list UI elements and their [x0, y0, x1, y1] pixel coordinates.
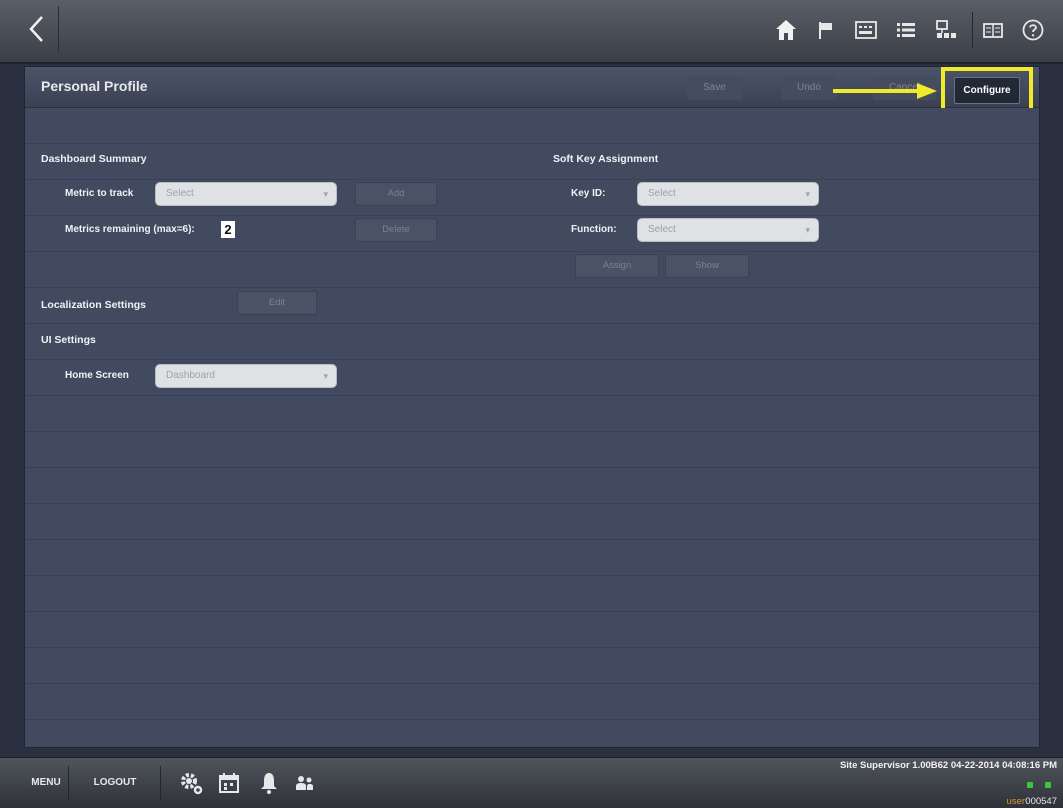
localization-settings-label: Localization Settings — [41, 299, 147, 311]
chevron-down-icon: ▾ — [805, 189, 810, 199]
configure-highlight: Configure — [941, 67, 1033, 113]
key-id-label: Key ID: — [571, 188, 606, 199]
help-icon — [1022, 19, 1044, 41]
metric-select-value: Select — [166, 188, 194, 199]
function-select[interactable]: Select ▾ — [637, 218, 819, 242]
panel-header: Personal Profile Save Undo Cancel Config… — [25, 67, 1039, 113]
function-select-value: Select — [648, 224, 676, 235]
status-indicator — [1027, 782, 1033, 788]
key-id-select[interactable]: Select ▾ — [637, 182, 819, 206]
users-button[interactable] — [292, 770, 318, 796]
status-indicator — [1045, 782, 1051, 788]
configure-button[interactable]: Configure — [954, 76, 1020, 104]
chevron-down-icon: ▾ — [323, 189, 328, 199]
settings-content: Dashboard Summary Metric to track Select… — [25, 108, 1039, 747]
settings-icon — [181, 773, 203, 795]
calendar-button[interactable] — [216, 770, 242, 796]
back-button[interactable] — [16, 6, 59, 52]
status-text: Site Supervisor 1.00B62 04-22-2014 04:08… — [839, 760, 1057, 771]
chevron-down-icon: ▾ — [323, 371, 328, 381]
calendar-icon — [219, 773, 239, 793]
delete-metric-button[interactable]: Delete — [355, 218, 437, 242]
top-toolbar — [0, 0, 1063, 64]
undo-button[interactable]: Undo — [781, 76, 837, 100]
home-screen-select-value: Dashboard — [166, 370, 215, 381]
home-icon — [776, 20, 796, 40]
dashboard-button[interactable] — [846, 12, 886, 48]
dashboard-icon — [855, 21, 877, 39]
metrics-remaining-label: Metrics remaining (max=6): — [65, 224, 195, 235]
help-button[interactable] — [1013, 12, 1053, 48]
arrow-annotation-icon — [833, 83, 937, 99]
alarms-button[interactable] — [256, 770, 282, 796]
assign-button[interactable]: Assign — [575, 254, 659, 278]
save-button[interactable]: Save — [687, 76, 742, 100]
page-title: Personal Profile — [41, 78, 148, 94]
bottom-toolbar: MENU LOGOUT Site Supervisor 1.00B62 04-2… — [0, 757, 1063, 808]
home-screen-label: Home Screen — [65, 370, 129, 381]
user-id: 000547 — [1025, 796, 1057, 807]
localization-edit-button[interactable]: Edit — [237, 291, 317, 315]
show-button[interactable]: Show — [665, 254, 749, 278]
users-icon — [296, 776, 313, 790]
user-label: user — [1006, 796, 1025, 807]
metrics-remaining-value: 2 — [221, 221, 235, 238]
alarm-bell-icon — [261, 773, 277, 794]
metric-to-track-label: Metric to track — [65, 188, 134, 199]
function-label: Function: — [571, 224, 617, 235]
ui-settings-heading: UI Settings — [41, 334, 96, 346]
home-button[interactable] — [766, 12, 806, 48]
book-icon — [983, 23, 1003, 38]
home-screen-select[interactable]: Dashboard ▾ — [155, 364, 337, 388]
menu-button[interactable]: MENU — [24, 766, 69, 800]
key-id-select-value: Select — [648, 188, 676, 199]
list-button[interactable] — [886, 12, 926, 48]
settings-button[interactable] — [178, 770, 204, 796]
back-icon — [29, 16, 43, 42]
chevron-down-icon: ▾ — [805, 225, 810, 235]
logout-button[interactable]: LOGOUT — [70, 766, 161, 800]
network-button[interactable] — [926, 12, 966, 48]
flag-icon — [819, 22, 832, 39]
flag-button[interactable] — [806, 12, 846, 48]
soft-key-heading: Soft Key Assignment — [553, 153, 659, 165]
dashboard-summary-heading: Dashboard Summary — [41, 153, 147, 165]
profile-panel: Personal Profile Save Undo Cancel Config… — [24, 66, 1040, 748]
manual-button[interactable] — [972, 12, 1013, 48]
metric-select[interactable]: Select ▾ — [155, 182, 337, 206]
add-metric-button[interactable]: Add — [355, 182, 437, 206]
network-icon — [936, 20, 956, 38]
list-icon — [897, 23, 915, 37]
